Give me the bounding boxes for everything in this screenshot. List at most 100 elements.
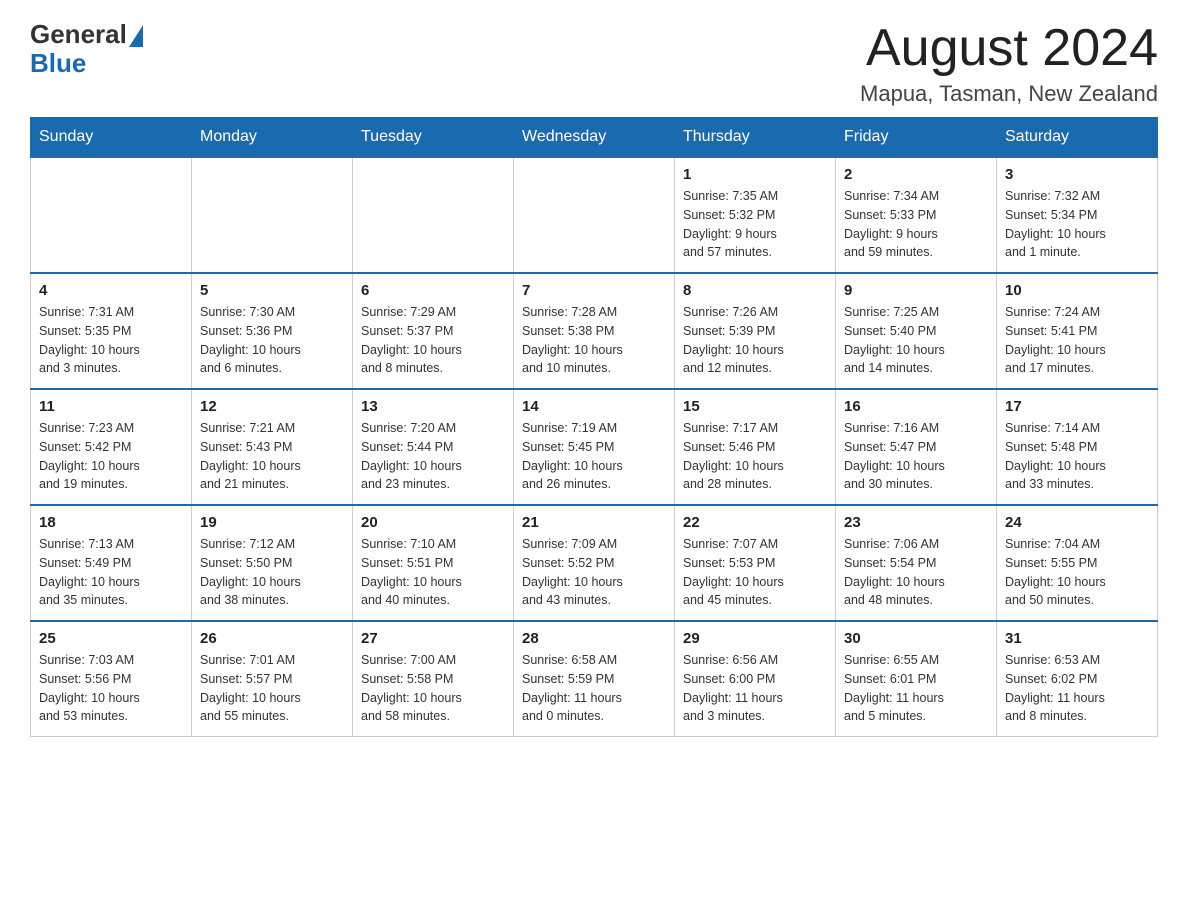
calendar-cell: 25Sunrise: 7:03 AMSunset: 5:56 PMDayligh… [31,621,192,737]
calendar-cell: 16 Sunrise: 7:16 AMSunset: 5:47 PMDayligh… [836,389,997,505]
day-number: 1 [683,166,827,183]
day-info: Sunrise: 7:07 AMSunset: 5:53 PMDaylight:… [683,535,827,610]
day-number: 4 [39,282,183,299]
calendar-cell: 28 Sunrise: 6:58 AMSunset: 5:59 PMDayligh… [514,621,675,737]
day-number: 10 [1005,282,1149,299]
calendar-cell [514,157,675,273]
day-number: 25 [39,630,183,647]
day-info: Sunrise: 7:14 AMSunset: 5:48 PMDaylight:… [1005,419,1149,494]
calendar-cell [192,157,353,273]
day-number: 31 [1005,630,1149,647]
day-info: Sunrise: 7:29 AMSunset: 5:37 PMDaylight:… [361,303,505,378]
logo-text-general: General [30,20,127,49]
week-row-5: 25Sunrise: 7:03 AMSunset: 5:56 PMDayligh… [31,621,1158,737]
calendar-cell: 31Sunrise: 6:53 AMSunset: 6:02 PMDayligh… [997,621,1158,737]
day-info: Sunrise: 7:06 AMSunset: 5:54 PMDaylight:… [844,535,988,610]
column-header-wednesday: Wednesday [514,118,675,158]
day-number: 24 [1005,514,1149,531]
calendar-cell [31,157,192,273]
calendar-cell: 13 Sunrise: 7:20 AMSunset: 5:44 PMDayligh… [353,389,514,505]
calendar-cell: 7 Sunrise: 7:28 AMSunset: 5:38 PMDaylight… [514,273,675,389]
calendar-cell: 14Sunrise: 7:19 AMSunset: 5:45 PMDayligh… [514,389,675,505]
calendar-cell: 23 Sunrise: 7:06 AMSunset: 5:54 PMDayligh… [836,505,997,621]
day-number: 12 [200,398,344,415]
calendar-cell: 22 Sunrise: 7:07 AMSunset: 5:53 PMDayligh… [675,505,836,621]
column-header-saturday: Saturday [997,118,1158,158]
calendar-cell: 4 Sunrise: 7:31 AMSunset: 5:35 PMDaylight… [31,273,192,389]
day-info: Sunrise: 7:19 AMSunset: 5:45 PMDaylight:… [522,419,666,494]
calendar-cell: 11 Sunrise: 7:23 AMSunset: 5:42 PMDayligh… [31,389,192,505]
calendar-cell: 3 Sunrise: 7:32 AMSunset: 5:34 PMDaylight… [997,157,1158,273]
month-title: August 2024 [860,20,1158,77]
day-info: Sunrise: 7:25 AMSunset: 5:40 PMDaylight:… [844,303,988,378]
calendar-cell: 30 Sunrise: 6:55 AMSunset: 6:01 PMDayligh… [836,621,997,737]
column-header-sunday: Sunday [31,118,192,158]
day-number: 6 [361,282,505,299]
day-info: Sunrise: 7:30 AMSunset: 5:36 PMDaylight:… [200,303,344,378]
day-number: 21 [522,514,666,531]
calendar-cell: 18 Sunrise: 7:13 AMSunset: 5:49 PMDayligh… [31,505,192,621]
day-info: Sunrise: 7:35 AMSunset: 5:32 PMDaylight:… [683,187,827,262]
calendar-cell: 5 Sunrise: 7:30 AMSunset: 5:36 PMDaylight… [192,273,353,389]
day-number: 28 [522,630,666,647]
column-header-monday: Monday [192,118,353,158]
logo: General Blue [30,20,143,77]
day-number: 11 [39,398,183,415]
calendar-cell: 20 Sunrise: 7:10 AMSunset: 5:51 PMDayligh… [353,505,514,621]
day-info: Sunrise: 7:20 AMSunset: 5:44 PMDaylight:… [361,419,505,494]
day-number: 23 [844,514,988,531]
day-number: 13 [361,398,505,415]
page-header: General Blue August 2024 Mapua, Tasman, … [30,20,1158,107]
day-number: 20 [361,514,505,531]
day-number: 30 [844,630,988,647]
day-number: 27 [361,630,505,647]
day-number: 18 [39,514,183,531]
logo-text-blue: Blue [30,48,86,78]
day-number: 5 [200,282,344,299]
week-row-1: 1 Sunrise: 7:35 AMSunset: 5:32 PMDaylight… [31,157,1158,273]
calendar-cell: 8 Sunrise: 7:26 AMSunset: 5:39 PMDaylight… [675,273,836,389]
day-number: 26 [200,630,344,647]
calendar-cell: 2 Sunrise: 7:34 AMSunset: 5:33 PMDaylight… [836,157,997,273]
day-info: Sunrise: 7:21 AMSunset: 5:43 PMDaylight:… [200,419,344,494]
day-info: Sunrise: 7:13 AMSunset: 5:49 PMDaylight:… [39,535,183,610]
day-number: 17 [1005,398,1149,415]
day-info: Sunrise: 7:23 AMSunset: 5:42 PMDaylight:… [39,419,183,494]
calendar-cell: 10 Sunrise: 7:24 AMSunset: 5:41 PMDayligh… [997,273,1158,389]
day-number: 3 [1005,166,1149,183]
column-header-tuesday: Tuesday [353,118,514,158]
calendar-cell: 9Sunrise: 7:25 AMSunset: 5:40 PMDaylight… [836,273,997,389]
day-info: Sunrise: 7:24 AMSunset: 5:41 PMDaylight:… [1005,303,1149,378]
day-info: Sunrise: 7:12 AMSunset: 5:50 PMDaylight:… [200,535,344,610]
day-info: Sunrise: 7:32 AMSunset: 5:34 PMDaylight:… [1005,187,1149,262]
day-info: Sunrise: 6:55 AMSunset: 6:01 PMDaylight:… [844,651,988,726]
day-number: 7 [522,282,666,299]
calendar-cell: 1 Sunrise: 7:35 AMSunset: 5:32 PMDaylight… [675,157,836,273]
calendar-header-row: SundayMondayTuesdayWednesdayThursdayFrid… [31,118,1158,158]
day-info: Sunrise: 7:01 AMSunset: 5:57 PMDaylight:… [200,651,344,726]
calendar-cell: 24Sunrise: 7:04 AMSunset: 5:55 PMDayligh… [997,505,1158,621]
calendar-cell: 12 Sunrise: 7:21 AMSunset: 5:43 PMDayligh… [192,389,353,505]
week-row-3: 11 Sunrise: 7:23 AMSunset: 5:42 PMDayligh… [31,389,1158,505]
day-number: 8 [683,282,827,299]
day-info: Sunrise: 7:16 AMSunset: 5:47 PMDaylight:… [844,419,988,494]
day-number: 19 [200,514,344,531]
day-number: 15 [683,398,827,415]
day-info: Sunrise: 7:26 AMSunset: 5:39 PMDaylight:… [683,303,827,378]
day-number: 22 [683,514,827,531]
logo-triangle-icon [129,25,143,47]
day-number: 29 [683,630,827,647]
week-row-4: 18 Sunrise: 7:13 AMSunset: 5:49 PMDayligh… [31,505,1158,621]
day-info: Sunrise: 7:31 AMSunset: 5:35 PMDaylight:… [39,303,183,378]
column-header-friday: Friday [836,118,997,158]
day-info: Sunrise: 7:28 AMSunset: 5:38 PMDaylight:… [522,303,666,378]
day-number: 2 [844,166,988,183]
day-info: Sunrise: 7:00 AMSunset: 5:58 PMDaylight:… [361,651,505,726]
day-info: Sunrise: 7:34 AMSunset: 5:33 PMDaylight:… [844,187,988,262]
day-info: Sunrise: 7:10 AMSunset: 5:51 PMDaylight:… [361,535,505,610]
calendar-cell: 21Sunrise: 7:09 AMSunset: 5:52 PMDayligh… [514,505,675,621]
calendar-cell: 15Sunrise: 7:17 AMSunset: 5:46 PMDayligh… [675,389,836,505]
day-number: 16 [844,398,988,415]
day-info: Sunrise: 6:56 AMSunset: 6:00 PMDaylight:… [683,651,827,726]
day-info: Sunrise: 6:58 AMSunset: 5:59 PMDaylight:… [522,651,666,726]
